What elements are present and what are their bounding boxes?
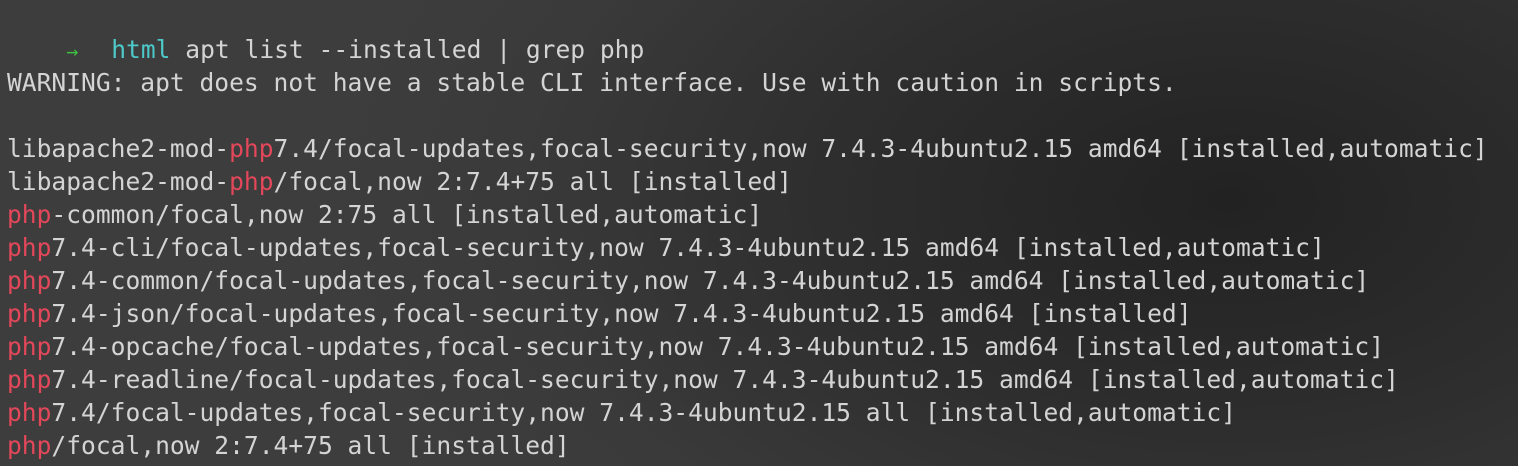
- result-line: php-common/focal,now 2:75 all [installed…: [7, 198, 762, 231]
- result-line: php7.4-readline/focal-updates,focal-secu…: [7, 363, 1399, 396]
- result-line: libapache2-mod-php7.4/focal-updates,foca…: [7, 132, 1488, 165]
- package-rest: /focal,now 2:7.4+75 all [installed]: [273, 167, 792, 196]
- result-line: php7.4/focal-updates,focal-security,now …: [7, 396, 1236, 429]
- package-rest: 7.4-readline/focal-updates,focal-securit…: [51, 365, 1399, 394]
- result-line: php/focal,now 2:7.4+75 all [installed]: [7, 429, 570, 462]
- warning-line: WARNING: apt does not have a stable CLI …: [7, 68, 1177, 97]
- prompt-line: → html apt list --installed | grep php: [7, 0, 644, 64]
- result-line: php7.4-json/focal-updates,focal-security…: [7, 297, 1192, 330]
- package-rest: 7.4/focal-updates,focal-security,now 7.4…: [51, 398, 1236, 427]
- package-rest: 7.4/focal-updates,focal-security,now 7.4…: [273, 134, 1488, 163]
- package-rest: 7.4-json/focal-updates,focal-security,no…: [51, 299, 1192, 328]
- grep-match: php: [7, 431, 52, 460]
- grep-match: php: [7, 299, 52, 328]
- package-rest: 7.4-cli/focal-updates,focal-security,now…: [51, 233, 1325, 262]
- terminal-window[interactable]: → html apt list --installed | grep php WA…: [7, 0, 1515, 466]
- grep-match: php: [7, 200, 52, 229]
- grep-match: php: [7, 365, 52, 394]
- result-line: libapache2-mod-php/focal,now 2:7.4+75 al…: [7, 165, 792, 198]
- package-rest: /focal,now 2:7.4+75 all [installed]: [51, 431, 570, 460]
- package-rest: -common/focal,now 2:75 all [installed,au…: [51, 200, 763, 229]
- grep-match: php: [7, 332, 52, 361]
- prompt-directory: html: [111, 35, 171, 64]
- package-rest: 7.4-common/focal-updates,focal-security,…: [51, 266, 1370, 295]
- grep-match: php: [229, 134, 274, 163]
- grep-match: php: [229, 167, 274, 196]
- command-text: apt list --installed | grep php: [185, 35, 645, 64]
- result-line: php7.4-common/focal-updates,focal-securi…: [7, 264, 1369, 297]
- prompt-arrow-icon: →: [66, 39, 79, 63]
- package-rest: 7.4-opcache/focal-updates,focal-security…: [51, 332, 1385, 361]
- result-line: php7.4-cli/focal-updates,focal-security,…: [7, 231, 1325, 264]
- result-line: php7.4-opcache/focal-updates,focal-secur…: [7, 330, 1384, 363]
- grep-match: php: [7, 398, 52, 427]
- grep-match: php: [7, 266, 52, 295]
- grep-match: php: [7, 233, 52, 262]
- package-prefix: libapache2-mod-: [7, 167, 230, 196]
- package-prefix: libapache2-mod-: [7, 134, 230, 163]
